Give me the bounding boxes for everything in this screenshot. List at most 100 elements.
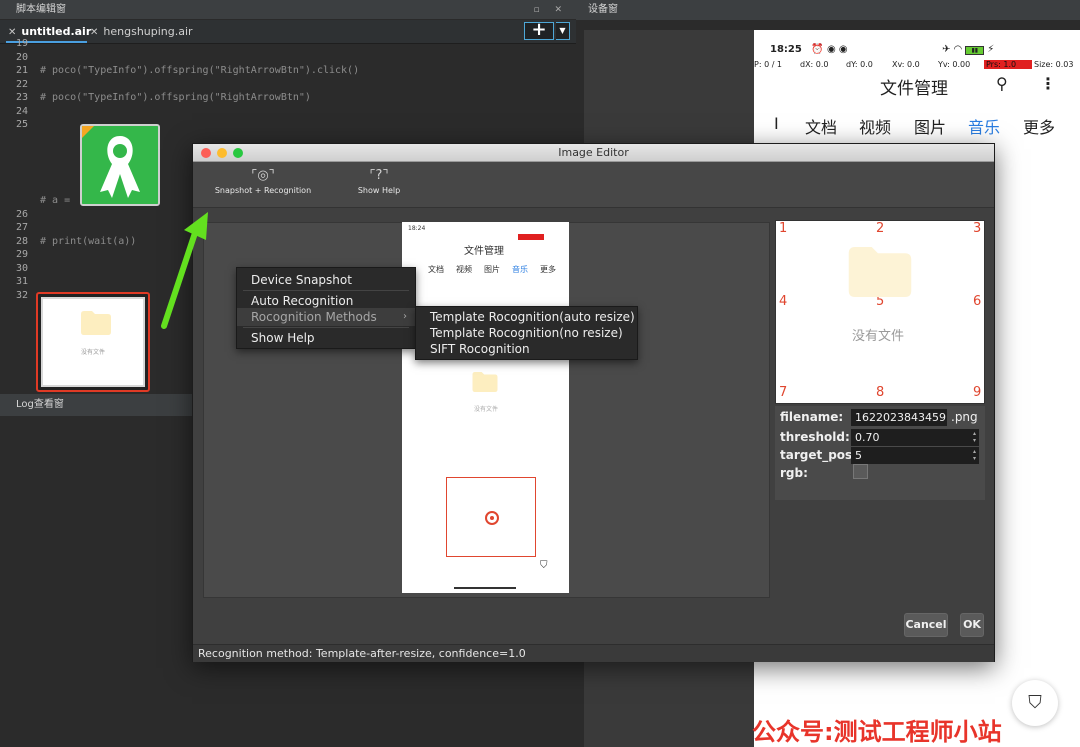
show-help-button[interactable]: ⌜?⌝ Show Help (349, 166, 409, 195)
line-number: 27 (15, 222, 28, 233)
target-pos-stepper[interactable]: 5 ▴ ▾ (851, 447, 979, 464)
mini-tab: 音乐 (512, 265, 528, 274)
stepper-arrows-icon[interactable]: ▴ ▾ (973, 448, 976, 462)
search-icon[interactable]: ⚲ (996, 74, 1008, 93)
mini-filter-icon: ⛉ (540, 560, 548, 571)
filter-icon[interactable]: ⛉ (1012, 680, 1058, 726)
log-output[interactable] (0, 416, 192, 747)
stat-prs: Prs: 1.0 (984, 60, 1032, 69)
tab-partial[interactable]: I (774, 114, 779, 133)
line-number: 28 (15, 236, 28, 247)
target-pos-value: 5 (855, 449, 862, 462)
mini-fps-badge (518, 234, 544, 240)
dialog-toolbar: ⌜◎⌝ Snapshot + Recognition ⌜?⌝ Show Help (193, 162, 994, 208)
menu-item-template-no-resize[interactable]: Template Rocognition(no resize) (416, 325, 637, 341)
grid-number: 7 (779, 385, 788, 400)
maximize-window-icon[interactable] (233, 148, 243, 158)
target-region[interactable] (446, 477, 536, 557)
folder-screenshot-thumbnail[interactable]: 没有文件 (36, 292, 150, 392)
line-number: 23 (15, 92, 28, 103)
tab-music[interactable]: 音乐 (968, 114, 1000, 138)
tab-more[interactable]: 更多 (1023, 114, 1055, 138)
ribbon-image-thumbnail[interactable] (80, 124, 160, 206)
canvas-snapshot[interactable]: 18:24 文件管理 文档 视频 图片 音乐 更多 没有文件 ⛉ (402, 222, 569, 593)
line-number: 20 (15, 52, 28, 63)
folder-icon (472, 372, 498, 392)
stepper-arrows-icon[interactable]: ▴ ▾ (973, 430, 976, 444)
menu-item-label: Rocognition Methods (251, 310, 377, 324)
snapshot-recognition-label: Snapshot + Recognition (214, 186, 312, 195)
menu-item-template-auto-resize[interactable]: Template Rocognition(auto resize) (416, 309, 637, 325)
chevron-down-icon[interactable]: ▼ (556, 22, 570, 40)
menu-item-sift[interactable]: SIFT Rocognition (416, 341, 637, 357)
grid-number: 6 (973, 294, 982, 309)
editor-window-titlebar: 脚本编辑窗 ▫ ✕ (0, 0, 576, 20)
watermark: 公众号:测试工程师小站 (752, 718, 1002, 746)
mini-tab: 图片 (484, 265, 500, 274)
grid-number: 2 (876, 221, 885, 236)
rgb-checkbox[interactable] (853, 464, 868, 479)
snapshot-icon: ⌜◎⌝ (251, 168, 275, 183)
line-number: 26 (15, 209, 28, 220)
menu-divider (243, 327, 409, 328)
rgb-label: rgb: (780, 466, 808, 480)
stat-yv: Yv: 0.00 (938, 60, 971, 69)
tab-videos[interactable]: 视频 (859, 114, 891, 138)
add-button[interactable]: + (524, 21, 554, 40)
context-menu: Device Snapshot Auto Recognition Rocogni… (236, 267, 416, 349)
status-icons: ⏰ ◉ ◉ (811, 44, 848, 55)
grid-number: 4 (779, 294, 788, 309)
ok-button[interactable]: OK (960, 613, 984, 637)
close-window-icon[interactable] (201, 148, 211, 158)
close-tab-icon[interactable]: ✕ (8, 27, 16, 38)
tab-pictures[interactable]: 图片 (914, 114, 946, 138)
grid-number: 8 (876, 385, 885, 400)
dialog-title: Image Editor (558, 146, 629, 159)
pointer-stats: P: 0 / 1 dX: 0.0 dY: 0.0 Xv: 0.0 Yv: 0.0… (754, 60, 1080, 72)
device-window-titlebar: 设备窗 (576, 0, 1080, 20)
code-line[interactable]: # print(wait(a)) (40, 236, 136, 247)
more-menu-icon[interactable]: ⋮ (1040, 74, 1056, 93)
menu-item-recognition-methods[interactable]: Rocognition Methods › (237, 308, 415, 326)
filename-input[interactable]: 1622023843459 (851, 409, 947, 426)
code-line[interactable]: # poco("TypeInfo").offspring("RightArrow… (40, 65, 359, 76)
line-number: 31 (15, 276, 28, 287)
mini-empty-text: 没有文件 (474, 406, 499, 413)
target-pos-label: target_pos: (780, 448, 857, 462)
minimize-window-icon[interactable] (217, 148, 227, 158)
line-number: 29 (15, 249, 28, 260)
tab-documents[interactable]: 文档 (805, 114, 837, 138)
code-line[interactable]: # poco("TypeInfo").offspring("RightArrow… (40, 92, 311, 103)
tab-hengshuping[interactable]: ✕ hengshuping.air (82, 20, 193, 44)
menu-item-device-snapshot[interactable]: Device Snapshot (237, 271, 415, 289)
close-tab-icon[interactable]: ✕ (90, 27, 98, 38)
line-number: 30 (15, 263, 28, 274)
tab-label: untitled.air (21, 25, 92, 38)
code-line[interactable]: # a = (40, 195, 70, 206)
threshold-stepper[interactable]: 0.70 ▴ ▾ (851, 429, 979, 446)
wifi-battery-icon: ✈ ◠ ▮▮ ⚡ (942, 44, 995, 55)
log-window-title: Log查看窗 (16, 399, 64, 410)
cancel-button[interactable]: Cancel (904, 613, 948, 637)
filename-ext: .png (951, 410, 978, 424)
mini-tab: 更多 (540, 265, 556, 274)
mini-status-time: 18:24 (408, 225, 426, 232)
stat-xv: Xv: 0.0 (892, 60, 920, 69)
annotation-arrow-icon (161, 212, 208, 329)
editor-window-title: 脚本编辑窗 (16, 4, 66, 15)
image-editor-dialog: Image Editor ⌜◎⌝ Snapshot + Recognition … (192, 143, 995, 662)
show-help-label: Show Help (357, 186, 401, 195)
window-controls-icon[interactable]: ▫ ✕ (533, 0, 568, 20)
stat-size: Size: 0.03 (1034, 60, 1074, 69)
line-number: 21 (15, 65, 28, 76)
editor-tab-bar: ✕ untitled.air ✕ hengshuping.air + ▼ (0, 20, 576, 44)
log-window-titlebar: Log查看窗 (0, 394, 192, 416)
line-number: 19 (15, 38, 28, 49)
line-number: 25 (15, 119, 28, 130)
target-position-preview[interactable]: 1 2 3 4 5 6 7 8 9 没有文件 (775, 220, 985, 404)
tab-label: hengshuping.air (103, 25, 193, 38)
device-window-title: 设备窗 (588, 4, 618, 15)
snapshot-recognition-button[interactable]: ⌜◎⌝ Snapshot + Recognition (211, 166, 315, 195)
menu-item-show-help[interactable]: Show Help (237, 329, 415, 347)
threshold-value: 0.70 (855, 431, 880, 444)
